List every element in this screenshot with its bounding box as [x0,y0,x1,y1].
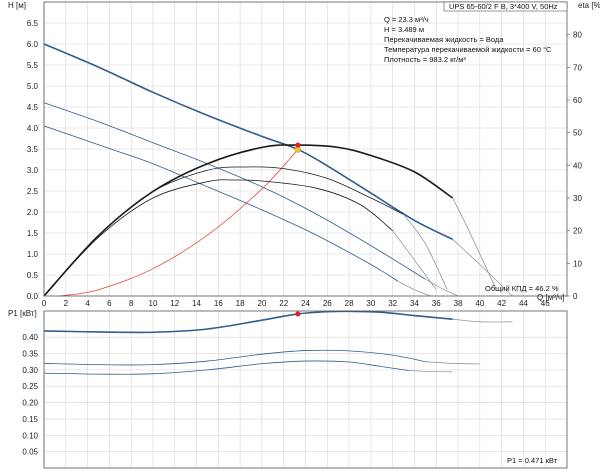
x-tick-label: 4 [85,299,90,308]
info-temperature: Температура перекачиваемой жидкости = 60… [384,45,552,54]
y-tick-label: 4.0 [27,124,39,133]
power-curve-extension [408,370,453,373]
x-tick-label: 38 [454,299,463,308]
y-axis-label-power: P1 [кВт] [8,309,37,318]
y2-axis-label-eta: eta [%] [578,1,600,10]
y-tick-label: 1.0 [27,250,39,259]
info-flow: Q = 23.3 м³/ч [384,15,429,24]
x-tick-label: 10 [149,299,158,308]
power-curve-extension [452,318,513,323]
power-curves [43,310,513,375]
power-tick-label: 0.10 [22,431,38,440]
y-tick-label: 0.5 [27,271,39,280]
y2-tick-label: 70 [573,63,582,72]
efficiency-curve-main [43,144,454,297]
y-tick-label: 0.0 [27,292,39,301]
y-tick-label: 5.5 [27,61,39,70]
axis-ticks: 0 2 4 6 8 10 12 14 16 18 20 22 24 26 28 30 32 34 36 38 40 42 4… [22,19,582,457]
x-tick-label: 0 [42,299,47,308]
x-tick-label: 8 [129,299,134,308]
x-tick-label: 18 [236,299,245,308]
y-tick-label: 6.0 [27,40,39,49]
x-tick-label: 24 [301,299,310,308]
info-head: H = 3.489 м [384,25,424,34]
x-tick-label: 26 [323,299,332,308]
x-tick-label: 6 [107,299,112,308]
y2-tick-label: 10 [573,259,582,268]
y-tick-label: 3.5 [27,145,39,154]
efficiency-curve-speed [43,166,404,297]
y-tick-label: 4.5 [27,103,39,112]
y-tick-label: 2.0 [27,208,39,217]
y2-tick-label: 60 [573,96,582,105]
info-density: Плотность = 983.2 кг/м³ [384,55,466,64]
y-tick-label: 5.0 [27,82,39,91]
power-tick-label: 0.05 [22,448,38,457]
y2-tick-label: 80 [573,31,582,40]
x-tick-label: 36 [432,299,441,308]
y2-tick-label: 50 [573,129,582,138]
power-curve-extension [425,361,480,365]
y-axis-label-head: H [м] [8,1,26,10]
pump-label: UPS 65-60/2 F B, 3*400 V, 50Hz [449,2,558,11]
power-plot-grid [43,311,567,469]
pump-curve-main [43,43,453,241]
x-tick-label: 32 [388,299,397,308]
power-tick-label: 0.15 [22,415,38,424]
x-tick-label: 40 [475,299,484,308]
efficiency-note: Общий КПД = 46.2 % [485,284,559,293]
system-curve [60,149,299,297]
x-tick-label: 42 [497,299,506,308]
y-tick-label: 6.5 [27,19,39,28]
power-curve-speed [43,349,426,366]
power-tick-label: 0.30 [22,366,38,375]
x-tick-label: 22 [279,299,288,308]
y-tick-label: 2.5 [27,187,39,196]
pump-performance-chart: 0 2 4 6 8 10 12 14 16 18 20 22 24 26 28 30 32 34 36 38 40 42 4… [8,1,600,469]
power-note: P1 = 0.471 кВт [507,456,558,465]
power-tick-label: 0.20 [22,399,38,408]
x-tick-label: 28 [345,299,354,308]
y-tick-label: 3.0 [27,166,39,175]
operating-point-power-marker [295,311,301,317]
info-liquid: Перекачиваемая жидкость = Вода [384,35,504,44]
power-curve-main [43,310,453,334]
y2-tick-label: 0 [573,292,578,301]
y2-tick-label: 40 [573,161,582,170]
x-tick-label: 44 [519,299,528,308]
power-curve-speed [43,360,410,375]
x-tick-label: 2 [64,299,69,308]
y2-tick-label: 30 [573,194,582,203]
x-tick-label: 30 [366,299,375,308]
x-tick-label: 16 [214,299,223,308]
power-tick-label: 0.40 [22,333,38,342]
power-tick-label: 0.25 [22,382,38,391]
x-tick-label: 12 [170,299,179,308]
y-tick-label: 1.5 [27,229,39,238]
x-tick-label: 34 [410,299,419,308]
x-tick-label: 20 [257,299,266,308]
x-tick-label: 14 [192,299,201,308]
power-tick-label: 0.35 [22,350,38,359]
operating-point-efficiency-marker [295,142,301,148]
x-axis-label-flow: Q [м³/ч] [537,293,564,302]
y2-tick-label: 20 [573,227,582,236]
